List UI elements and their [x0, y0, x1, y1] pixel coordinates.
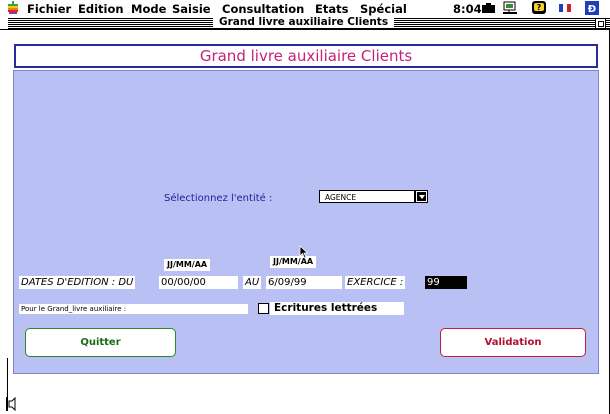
speaker-icon: [6, 397, 16, 411]
window-content: Grand livre auxiliaire Clients Sélection…: [0, 30, 610, 414]
menu-saisie[interactable]: Saisie: [172, 2, 211, 16]
apple-icon[interactable]: [6, 1, 20, 15]
entity-label: Sélectionnez l'entité :: [164, 193, 273, 204]
quit-button[interactable]: Quitter: [25, 328, 176, 357]
grand-livre-label: Pour le Grand_livre auxiliaire :: [19, 304, 248, 314]
date-format-to: JJ/MM/AA: [270, 256, 317, 268]
entity-select[interactable]: AGENCE: [319, 190, 415, 203]
menu-consultation[interactable]: Consultation: [222, 2, 304, 16]
form-panel: Sélectionnez l'entité : AGENCE JJ/MM/AA …: [13, 70, 599, 374]
svg-text:Ð: Ð: [588, 4, 596, 15]
clock[interactable]: 8:04: [453, 2, 482, 16]
date-format-from: JJ/MM/AA: [164, 259, 211, 271]
zoom-box[interactable]: [595, 18, 606, 29]
menu-mode[interactable]: Mode: [131, 2, 166, 16]
menu-edition[interactable]: Edition: [78, 2, 124, 16]
exercice-label: EXERCICE :: [345, 276, 406, 289]
dropdown-arrow-icon[interactable]: [415, 190, 428, 203]
exercice-field[interactable]: 99: [425, 276, 467, 289]
date-to-field[interactable]: 6/09/99: [266, 276, 342, 289]
help-icon[interactable]: ?: [531, 1, 547, 15]
ecritures-label[interactable]: Ecritures lettrées: [270, 302, 404, 315]
ecritures-checkbox[interactable]: [258, 303, 269, 314]
battery-icon[interactable]: [481, 1, 497, 15]
keyboard-icon[interactable]: Ð: [584, 1, 600, 15]
flag-icon[interactable]: [557, 1, 573, 15]
dates-label: DATES D'EDITION : DU: [19, 276, 136, 289]
mouse-pointer-icon: [299, 245, 309, 259]
svg-text:?: ?: [537, 3, 542, 12]
form-heading: Grand livre auxiliaire Clients: [14, 44, 598, 68]
date-from-field[interactable]: 00/00/00: [159, 276, 238, 289]
network-icon[interactable]: [502, 1, 518, 15]
menu-etats[interactable]: Etats: [315, 2, 348, 16]
au-label: AU: [243, 276, 262, 289]
window-title-bar[interactable]: Grand livre auxiliaire Clients: [0, 16, 610, 30]
validate-button[interactable]: Validation: [440, 328, 586, 357]
menu-fichier[interactable]: Fichier: [27, 2, 71, 16]
title-bar-edge: [0, 17, 8, 29]
menu-special[interactable]: Spécial: [360, 2, 407, 16]
window-title: Grand livre auxiliaire Clients: [213, 16, 395, 28]
